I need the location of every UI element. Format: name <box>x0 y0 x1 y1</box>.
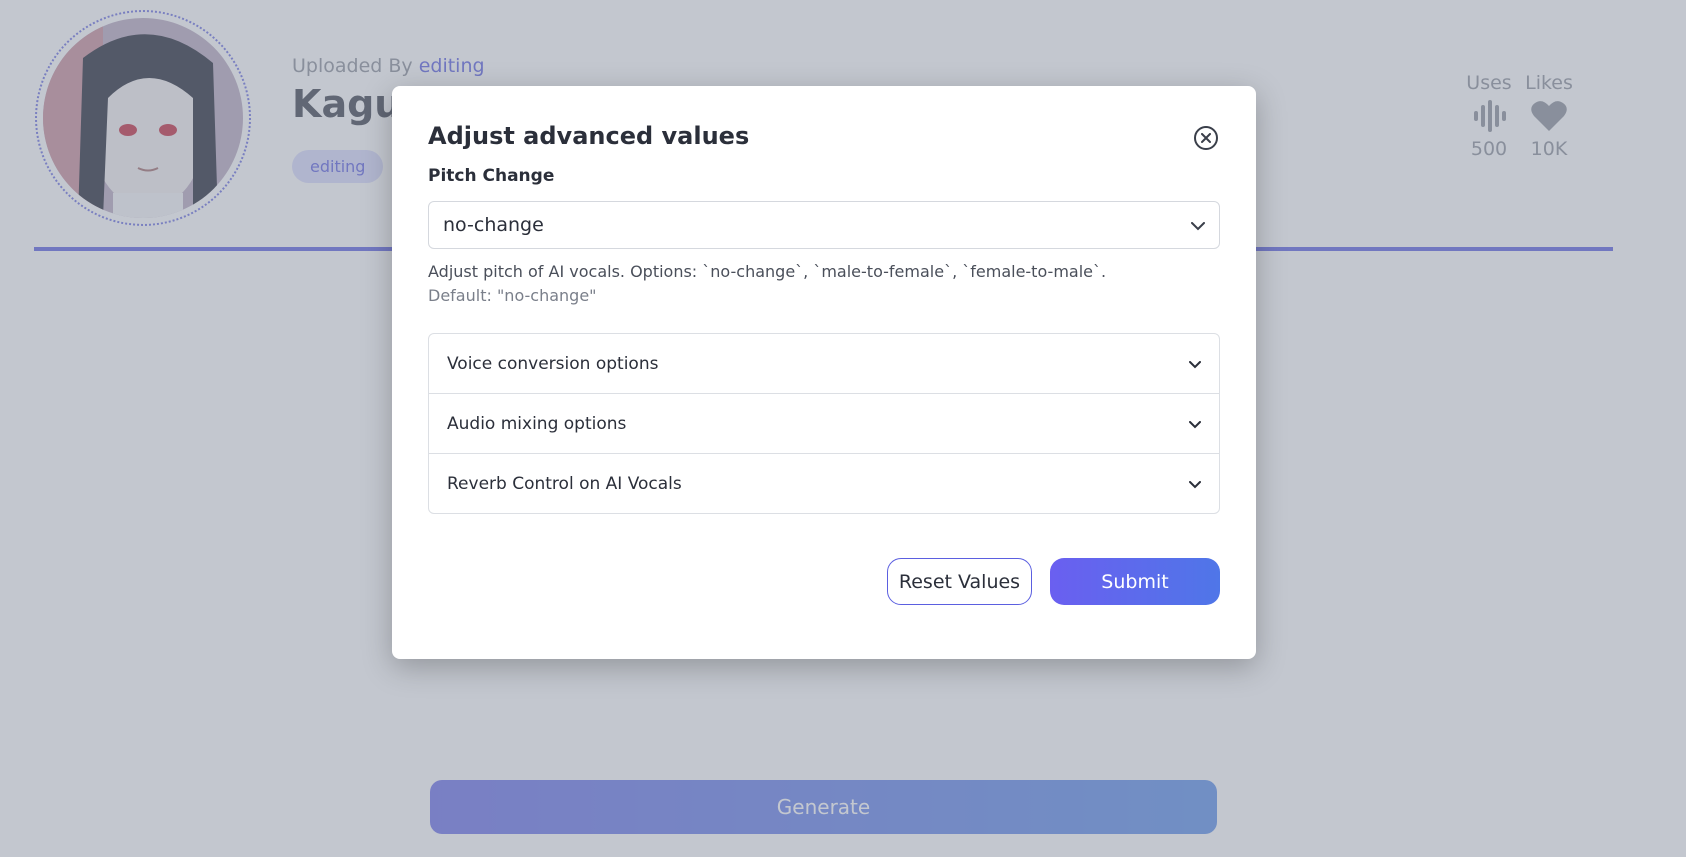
chevron-down-icon <box>1189 414 1201 434</box>
accordion-label: Voice conversion options <box>447 353 659 374</box>
modal-title: Adjust advanced values <box>428 122 750 150</box>
chevron-down-icon <box>1189 474 1201 494</box>
chevron-down-icon <box>1189 354 1201 374</box>
chevron-down-icon <box>1191 214 1205 236</box>
advanced-values-modal: Adjust advanced values Pitch Change no-c… <box>392 86 1256 659</box>
accordion-label: Reverb Control on AI Vocals <box>447 473 682 494</box>
pitch-change-value: no-change <box>443 214 544 236</box>
submit-button[interactable]: Submit <box>1050 558 1220 605</box>
accordion-audio-mixing[interactable]: Audio mixing options <box>429 394 1219 454</box>
pitch-help-default: Default: "no-change" <box>428 286 597 305</box>
accordion-label: Audio mixing options <box>447 413 627 434</box>
pitch-change-label: Pitch Change <box>428 166 555 186</box>
accordion-voice-conversion[interactable]: Voice conversion options <box>429 334 1219 394</box>
options-accordion: Voice conversion options Audio mixing op… <box>428 333 1220 514</box>
reset-values-button[interactable]: Reset Values <box>887 558 1032 605</box>
pitch-help-options: Adjust pitch of AI vocals. Options: `no-… <box>428 262 1107 281</box>
pitch-change-select[interactable]: no-change <box>428 201 1220 249</box>
close-icon[interactable] <box>1194 126 1218 150</box>
pitch-help-text: Adjust pitch of AI vocals. Options: `no-… <box>428 260 1228 308</box>
accordion-reverb-control[interactable]: Reverb Control on AI Vocals <box>429 454 1219 513</box>
